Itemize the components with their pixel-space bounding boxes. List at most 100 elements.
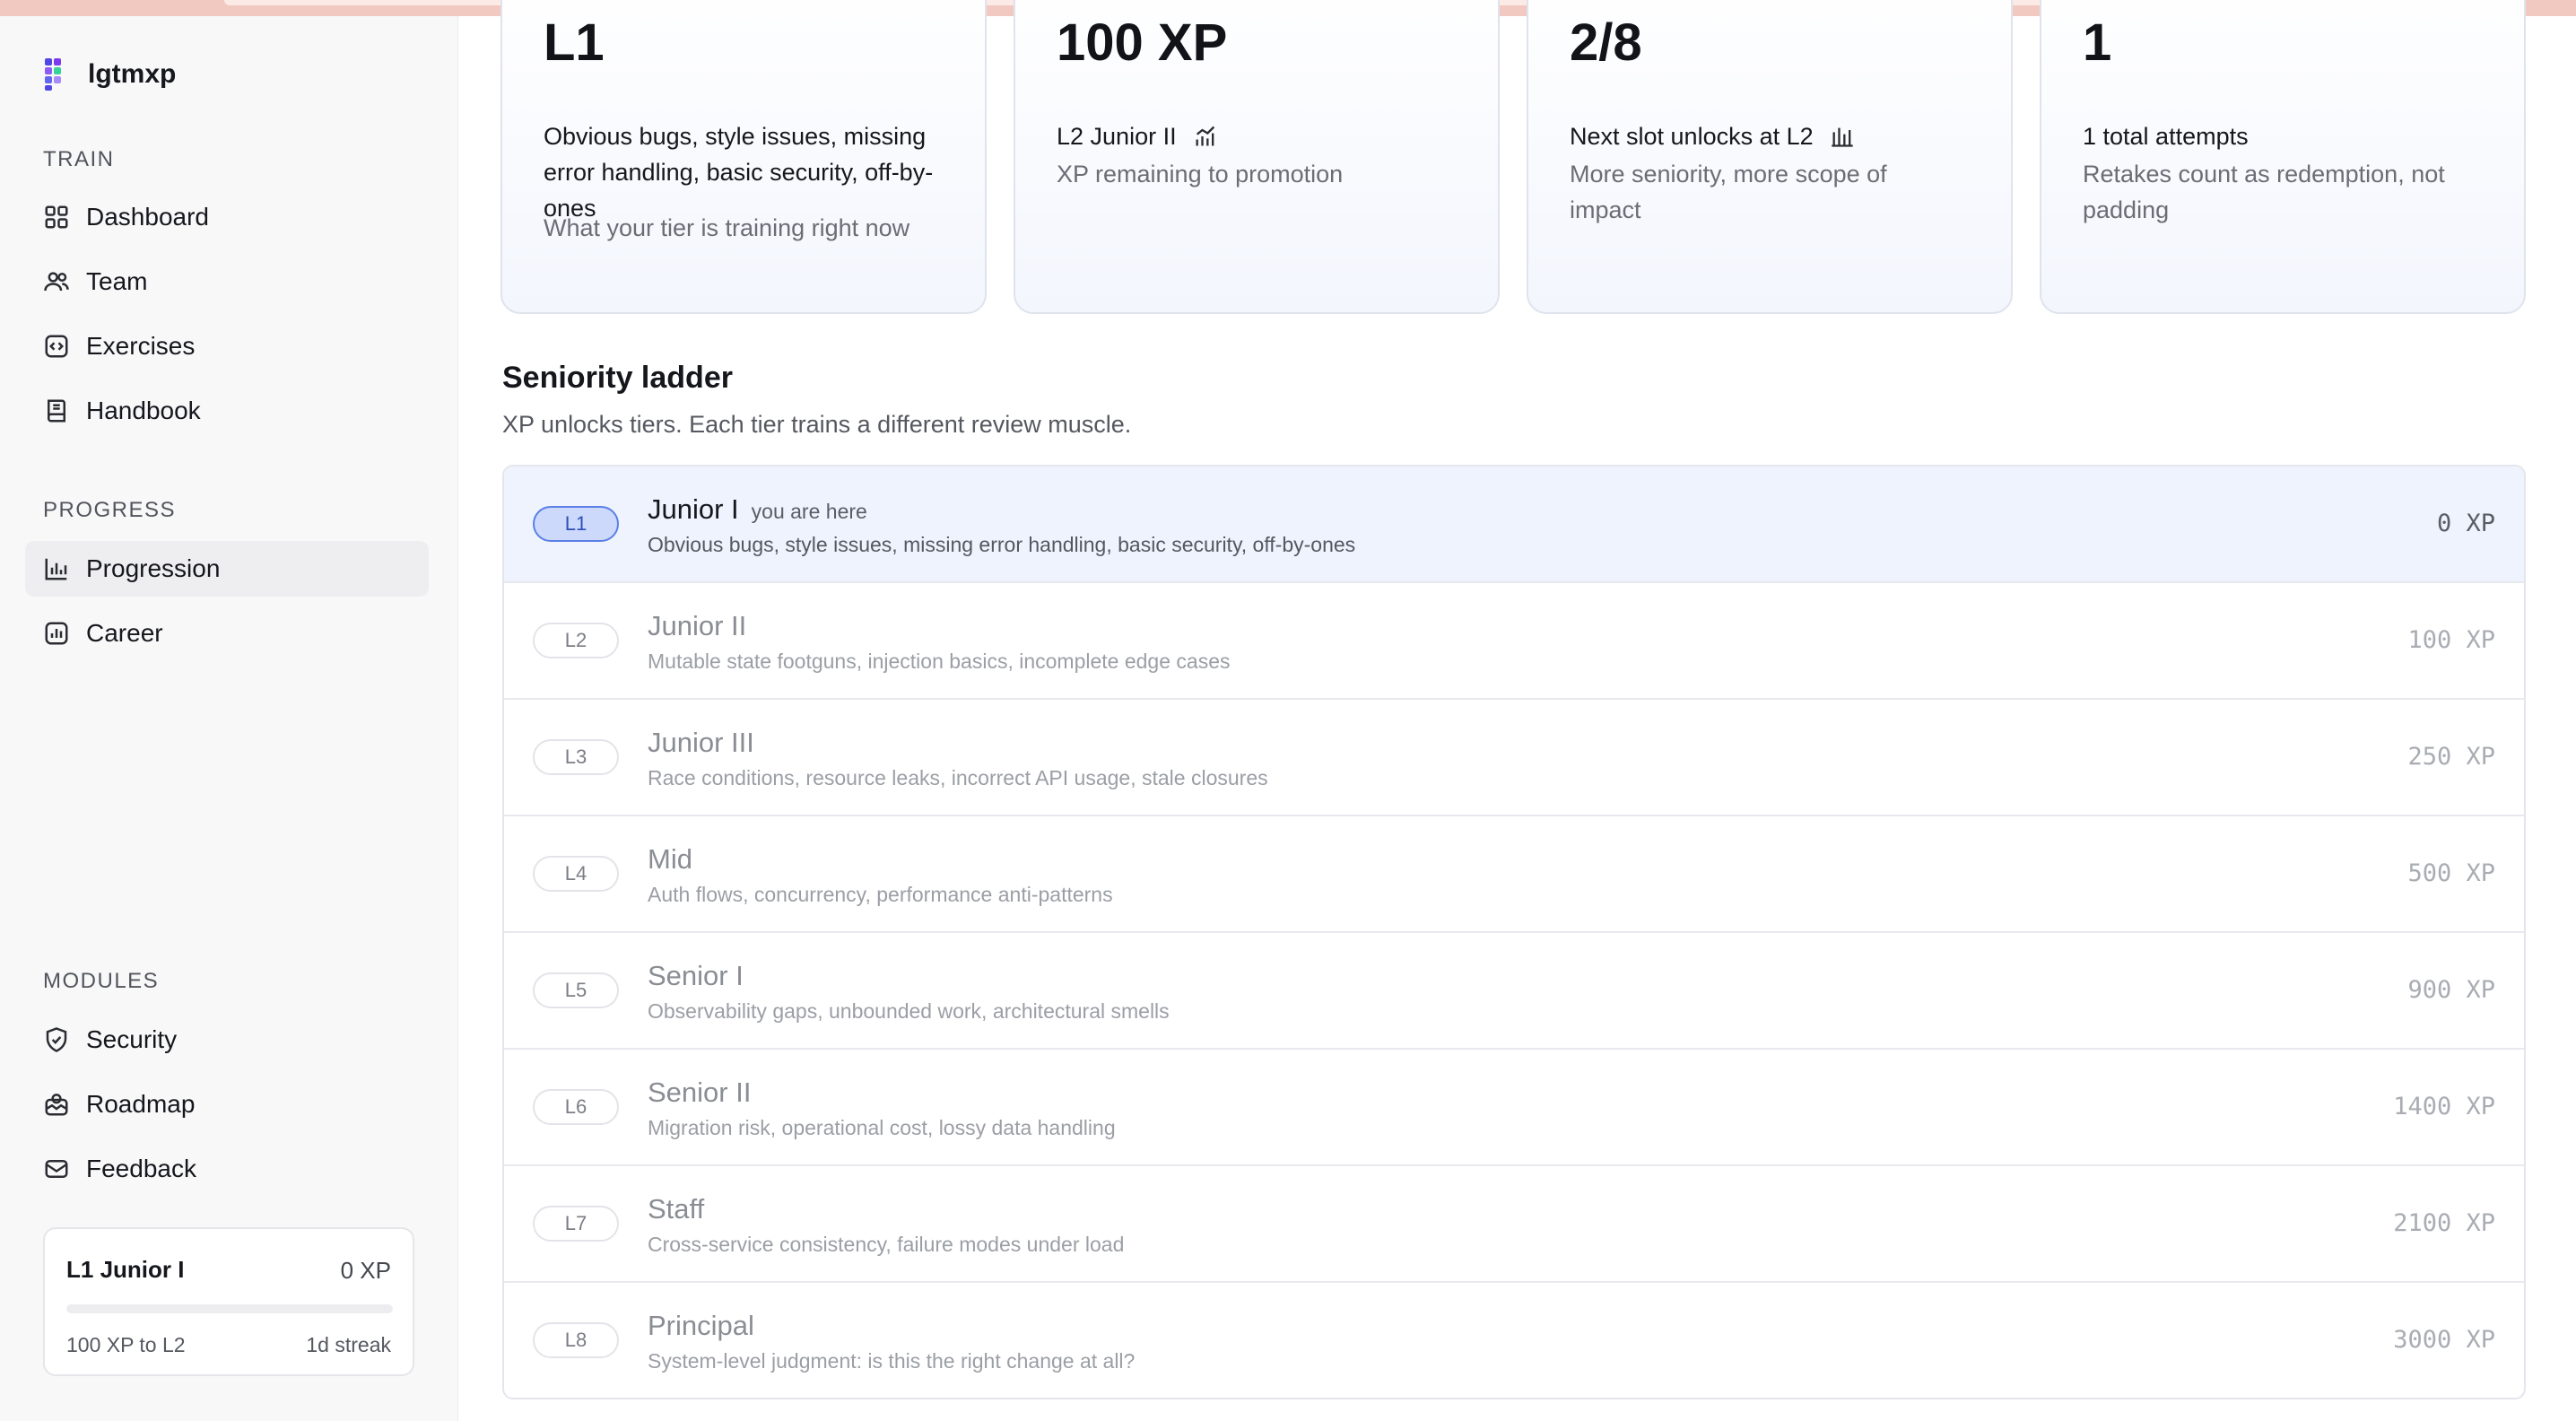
tier-description: Cross-service consistency, failure modes… [648, 1233, 1125, 1256]
ladder-row-l6[interactable]: L6 Senior II Migration risk, operational… [504, 1050, 2524, 1166]
stat-title-row: L2 Junior II [1057, 118, 1469, 154]
tier-name: Senior II [648, 1077, 752, 1108]
nav-label: Exercises [86, 332, 196, 360]
tier-description: Migration risk, operational cost, lossy … [648, 1116, 1116, 1139]
brand[interactable]: lgtmxp [43, 57, 176, 92]
tier-name: Staff [648, 1193, 705, 1225]
stat-value: L1 [544, 13, 605, 72]
stat-value: 2/8 [1570, 13, 1642, 72]
ladder-heading: Seniority ladder [502, 361, 733, 395]
stat-subtitle: XP remaining to promotion [1057, 161, 1344, 187]
nav-item-progression[interactable]: Progression [25, 541, 429, 597]
nav-item-career[interactable]: Career [25, 606, 429, 661]
book-icon [43, 397, 70, 424]
stat-title: L2 Junior II [1057, 123, 1177, 150]
ladder-row-l4[interactable]: L4 Mid Auth flows, concurrency, performa… [504, 816, 2524, 933]
you-are-here-label: you are here [751, 500, 867, 523]
nav-label: Security [86, 1025, 178, 1053]
ladder-row-l2[interactable]: L2 Junior II Mutable state footguns, inj… [504, 583, 2524, 700]
nav-item-exercises[interactable]: Exercises [25, 318, 429, 374]
stat-card-xp-remaining: 100 XP L2 Junior II XP remaining to prom… [1014, 0, 1500, 314]
users-icon [43, 268, 70, 295]
level-pill: L4 [533, 856, 619, 892]
tier-xp: 1400 XP [2393, 1093, 2495, 1120]
bars-chart-icon [1831, 127, 1853, 147]
stat-card-current-tier: L1 Obvious bugs, style issues, missing e… [500, 0, 987, 314]
tier-description: Observability gaps, unbounded work, arch… [648, 999, 1170, 1023]
stat-title-row: Next slot unlocks at L2 [1570, 118, 1982, 154]
stat-value: 1 [2083, 13, 2112, 72]
tier-progress-bar [66, 1304, 393, 1313]
mail-icon [43, 1155, 70, 1182]
nav-label: Career [86, 619, 163, 647]
nav-item-security[interactable]: Security [25, 1012, 429, 1068]
tier-description: System-level judgment: is this the right… [648, 1349, 1136, 1373]
nav-label: Handbook [86, 397, 201, 424]
nav-item-dashboard[interactable]: Dashboard [25, 189, 429, 245]
stat-card-attempts: 1 1 total attempts Retakes count as rede… [2040, 0, 2526, 314]
tier-name: Junior III [648, 727, 754, 758]
section-label-modules: MODULES [43, 969, 160, 993]
level-pill: L3 [533, 739, 619, 775]
bar-chart-icon [43, 555, 70, 582]
ladder-row-l5[interactable]: L5 Senior I Observability gaps, unbounde… [504, 933, 2524, 1050]
tier-description: Mutable state footguns, injection basics… [648, 649, 1231, 673]
tier-name-row: Junior I you are here [648, 493, 867, 526]
nav-label: Dashboard [86, 203, 209, 231]
nav-item-team[interactable]: Team [25, 254, 429, 309]
level-pill: L6 [533, 1089, 619, 1125]
nav-label: Progression [86, 554, 221, 582]
level-pill: L1 [533, 506, 619, 542]
nav-label: Feedback [86, 1155, 196, 1182]
tier-name: Principal [648, 1310, 754, 1341]
xp-to-next-tier: 100 XP to L2 [66, 1333, 186, 1356]
stat-title: Next slot unlocks at L2 [1570, 123, 1814, 150]
tier-xp: 2100 XP [2393, 1209, 2495, 1237]
shield-check-icon [43, 1026, 70, 1053]
tier-name: Mid [648, 843, 692, 875]
ladder-row-l3[interactable]: L3 Junior III Race conditions, resource … [504, 700, 2524, 816]
level-pill: L7 [533, 1206, 619, 1242]
map-icon [43, 1091, 70, 1118]
tier-name: Senior I [648, 960, 744, 991]
brand-name: lgtmxp [88, 59, 177, 89]
code-icon [43, 333, 70, 360]
streak-count: 1d streak [306, 1333, 391, 1356]
seniority-ladder: L1 Junior I you are here Obvious bugs, st… [502, 465, 2526, 1399]
tier-xp: 900 XP [2407, 976, 2495, 1004]
tier-xp: 500 XP [2407, 859, 2495, 887]
level-pill: L2 [533, 623, 619, 658]
tier-xp: 250 XP [2407, 743, 2495, 771]
section-label-progress: PROGRESS [43, 498, 177, 522]
ladder-subheading: XP unlocks tiers. Each tier trains a dif… [502, 411, 1132, 438]
tier-xp: 100 XP [2407, 626, 2495, 654]
tier-status-xp: 0 XP [340, 1257, 391, 1284]
tier-name: Junior I [648, 493, 739, 525]
stat-title: 1 total attempts [2083, 123, 2249, 150]
tier-description: Obvious bugs, style issues, missing erro… [648, 533, 1356, 556]
ladder-row-l8[interactable]: L8 Principal System-level judgment: is t… [504, 1283, 2524, 1398]
level-pill: L5 [533, 972, 619, 1008]
ladder-row-l7[interactable]: L7 Staff Cross-service consistency, fail… [504, 1166, 2524, 1283]
sidebar: lgtmxp TRAIN Dashboard Team Exercises Ha… [0, 16, 458, 1421]
tier-xp: 0 XP [2436, 510, 2495, 537]
brand-logo-icon [45, 58, 61, 91]
tier-status-title: L1 Junior I [66, 1256, 185, 1283]
level-pill: L8 [533, 1322, 619, 1358]
tier-description: Auth flows, concurrency, performance ant… [648, 883, 1113, 906]
tier-description: Race conditions, resource leaks, incorre… [648, 766, 1268, 789]
tier-name: Junior II [648, 610, 747, 641]
tier-status-card[interactable]: L1 Junior I 0 XP 100 XP to L2 1d streak [43, 1227, 414, 1376]
nav-item-feedback[interactable]: Feedback [25, 1141, 429, 1197]
stat-value: 100 XP [1057, 13, 1228, 72]
nav-item-roadmap[interactable]: Roadmap [25, 1077, 429, 1132]
grid-icon [43, 204, 70, 231]
stat-subtitle: Retakes count as redemption, not padding [2083, 161, 2445, 223]
ladder-row-l1[interactable]: L1 Junior I you are here Obvious bugs, st… [504, 466, 2524, 583]
stat-subtitle: More seniority, more scope of impact [1570, 161, 1887, 223]
nav-item-handbook[interactable]: Handbook [25, 383, 429, 439]
chart-box-icon [43, 620, 70, 647]
nav-label: Roadmap [86, 1090, 196, 1118]
stat-card-slots: 2/8 Next slot unlocks at L2 More seniori… [1527, 0, 2013, 314]
nav-label: Team [86, 267, 148, 295]
